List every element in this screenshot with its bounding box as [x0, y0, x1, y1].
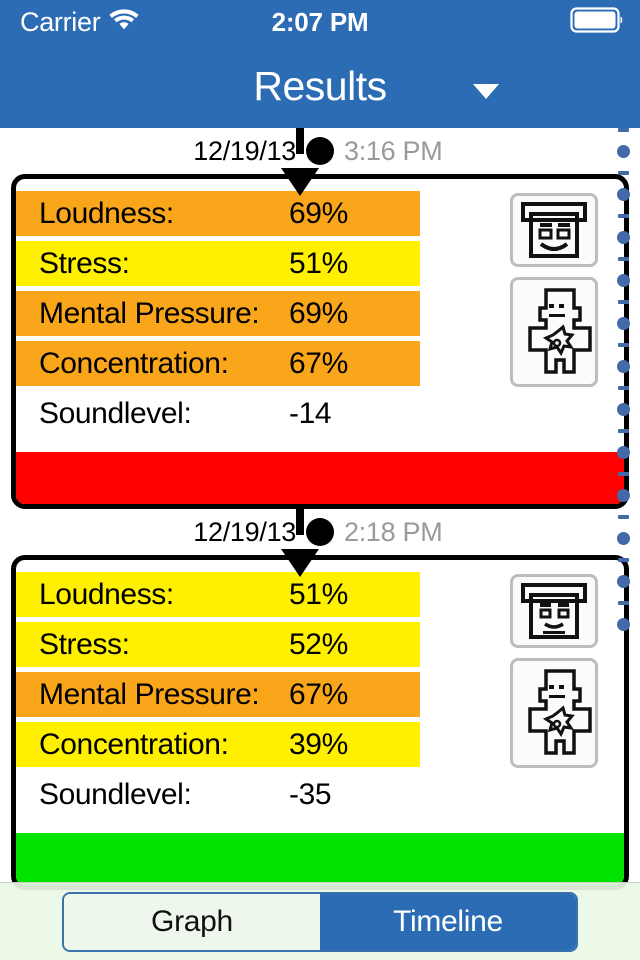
status-bar: Carrier 2:07 PM	[0, 0, 640, 44]
tab-timeline[interactable]: Timeline	[320, 893, 576, 950]
metric-label: Mental Pressure:	[39, 296, 260, 330]
rail-dash-marker	[617, 214, 629, 218]
rail-dash-marker	[617, 472, 629, 476]
rail-dot-marker	[616, 532, 630, 545]
rail-dot-marker	[616, 317, 630, 330]
wifi-icon	[109, 8, 140, 36]
rail-dash-marker	[617, 429, 629, 433]
metric-label: Stress:	[39, 627, 130, 661]
rail-dash-marker	[617, 128, 629, 132]
rail-dash-marker	[617, 171, 629, 175]
rail-dot-marker	[616, 274, 630, 287]
status-badge	[16, 452, 624, 504]
metric-value: 52%	[289, 627, 348, 661]
rail-dot-marker	[616, 446, 630, 459]
metric-label: Loudness:	[39, 196, 174, 230]
rail-dash-marker	[617, 343, 629, 347]
rail-dot-marker	[616, 575, 630, 588]
body-stress-icon	[510, 277, 598, 387]
entry-date: 12/19/13	[193, 516, 296, 547]
rail-dot-marker	[616, 489, 630, 502]
metric-row: Concentration: 39%	[16, 722, 420, 767]
status-badge	[16, 833, 624, 885]
card-pointer-icon	[281, 168, 319, 196]
entry-time: 3:16 PM	[344, 135, 443, 166]
battery-icon	[570, 6, 624, 38]
metric-row: Mental Pressure: 69%	[16, 291, 420, 336]
rail-dash-marker	[617, 300, 629, 304]
timeline-scroll-rail[interactable]	[612, 128, 634, 890]
metric-label: Soundlevel:	[39, 396, 192, 430]
timeline-marker: 12/19/13 2:18 PM	[0, 509, 640, 577]
body-stress-icon	[510, 658, 598, 768]
card-pointer-icon	[281, 549, 319, 577]
status-bar-left: Carrier	[20, 6, 140, 38]
metric-label: Stress:	[39, 246, 130, 280]
metric-value: -14	[289, 396, 332, 430]
rail-dot-marker	[616, 145, 630, 158]
rail-dash-marker	[617, 558, 629, 562]
timeline-marker: 12/19/13 3:16 PM	[0, 128, 640, 196]
metric-row: Concentration: 67%	[16, 341, 420, 386]
entry-date: 12/19/13	[193, 135, 296, 166]
result-card[interactable]: Loudness: 69% Stress: 51% Mental Pressur…	[11, 174, 629, 509]
metric-value: 67%	[289, 346, 348, 380]
metric-row: Stress: 51%	[16, 241, 420, 286]
metric-value: 67%	[289, 677, 348, 711]
metric-label: Concentration:	[39, 727, 229, 761]
timeline-scroll-area[interactable]: 12/19/13 3:16 PM Loudness: 69% Stress: 5…	[0, 128, 640, 960]
metric-row: Soundlevel: -14	[16, 391, 420, 436]
bottom-tab-bar: Graph Timeline	[0, 882, 640, 960]
result-card[interactable]: Loudness: 51% Stress: 52% Mental Pressur…	[11, 555, 629, 890]
metric-row: Loudness: 69%	[16, 191, 420, 236]
rail-dot-marker	[616, 188, 630, 201]
rail-dash-marker	[617, 386, 629, 390]
metric-value: 51%	[289, 246, 348, 280]
smiley-face-icon	[510, 193, 598, 267]
rail-dot-marker	[616, 403, 630, 416]
metric-row: Soundlevel: -35	[16, 772, 420, 817]
timeline-entry: 12/19/13 2:18 PM Loudness: 51% Stress: 5…	[0, 509, 640, 890]
metric-row: Mental Pressure: 67%	[16, 672, 420, 717]
metric-label: Mental Pressure:	[39, 677, 260, 711]
metric-value: -35	[289, 777, 332, 811]
neutral-face-icon	[510, 574, 598, 648]
status-bar-right	[570, 6, 624, 38]
metric-row: Loudness: 51%	[16, 572, 420, 617]
segmented-control[interactable]: Graph Timeline	[62, 891, 578, 952]
app-screen: Carrier 2:07 PM Results 12/19/13 3:16 PM…	[0, 0, 640, 960]
navigation-bar: Results	[0, 44, 640, 128]
rail-dash-marker	[617, 601, 629, 605]
rail-dash-marker	[617, 515, 629, 519]
metric-label: Loudness:	[39, 577, 174, 611]
timeline-dot-icon	[306, 137, 334, 165]
metric-value: 69%	[289, 296, 348, 330]
metric-label: Soundlevel:	[39, 777, 192, 811]
metric-row: Stress: 52%	[16, 622, 420, 667]
metric-label: Concentration:	[39, 346, 229, 380]
chevron-down-icon[interactable]	[473, 84, 499, 99]
rail-dot-marker	[616, 360, 630, 373]
metric-value: 39%	[289, 727, 348, 761]
rail-dot-marker	[616, 618, 630, 631]
rail-dash-marker	[617, 257, 629, 261]
timeline-entry: 12/19/13 3:16 PM Loudness: 69% Stress: 5…	[0, 128, 640, 509]
carrier-label: Carrier	[20, 6, 101, 37]
entry-time: 2:18 PM	[344, 516, 443, 547]
page-title: Results	[253, 62, 387, 109]
tab-graph[interactable]: Graph	[64, 893, 320, 950]
metric-value: 51%	[289, 577, 348, 611]
timeline-dot-icon	[306, 518, 334, 546]
metric-value: 69%	[289, 196, 348, 230]
rail-dot-marker	[616, 231, 630, 244]
